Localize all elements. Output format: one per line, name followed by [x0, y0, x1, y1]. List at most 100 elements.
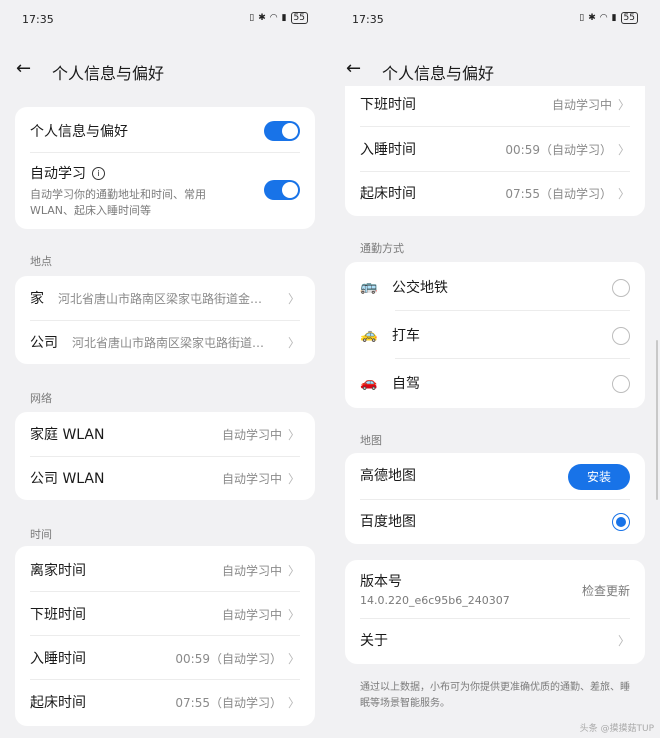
commute-bus-radio[interactable]	[612, 279, 630, 297]
battery-icon: 55	[290, 12, 308, 24]
auto-learn-row: 自动学习 i	[30, 161, 300, 185]
preference-card: 个人信息与偏好 自动学习 i 自动学习你的通勤地址和时间、常用WLAN、起床入睡…	[15, 107, 315, 229]
divider	[395, 310, 630, 311]
location-home-value: 河北省唐山市路南区梁家屯路街道金…	[58, 291, 263, 306]
commute-row-bus[interactable]: 🚌 公交地铁	[360, 275, 630, 299]
commute-bus-label: 公交地铁	[392, 280, 448, 296]
location-row-home[interactable]: 家 河北省唐山市路南区梁家屯路街道金… 〉	[30, 286, 300, 310]
section-network: 网络	[30, 392, 52, 405]
scrollbar[interactable]	[656, 340, 658, 500]
watermark: 头条 @摸摸菇TUP	[579, 724, 654, 734]
footer-note: 通过以上数据，小布可为你提供更准确优质的通勤、差旅、睡眠等场景智能服务。	[360, 682, 630, 709]
chevron-right-icon: 〉	[287, 607, 300, 622]
car-icon: 🚗	[360, 375, 378, 391]
time-wake-value: 07:55（自动学习）	[505, 186, 612, 201]
info-icon[interactable]: i	[92, 166, 105, 180]
chevron-right-icon: 〉	[287, 291, 300, 306]
chevron-right-icon: 〉	[617, 186, 630, 201]
divider	[30, 320, 300, 321]
time-wake-label: 起床时间	[30, 695, 86, 711]
divider	[30, 152, 300, 153]
time-row-offwork[interactable]: 下班时间 自动学习中 〉	[30, 602, 300, 626]
title-bar: ← 个人信息与偏好	[346, 52, 644, 88]
network-home-value: 自动学习中	[221, 427, 282, 442]
status-time: 17:35	[22, 13, 54, 26]
signal-icon: ▮	[611, 13, 617, 23]
map-baidu-radio[interactable]	[612, 513, 630, 531]
network-row-home[interactable]: 家庭 WLAN 自动学习中 〉	[30, 422, 300, 446]
location-company-label: 公司	[30, 335, 58, 351]
chevron-right-icon: 〉	[617, 633, 630, 648]
section-commute: 通勤方式	[360, 242, 404, 255]
network-company-value: 自动学习中	[221, 471, 282, 486]
bus-icon: 🚌	[360, 279, 378, 295]
time-offwork-label: 下班时间	[30, 607, 86, 623]
battery-icon: 55	[620, 12, 638, 24]
chevron-right-icon: 〉	[287, 651, 300, 666]
status-icons: ▯ ✱ ◠ ▮ 55	[249, 12, 308, 24]
wifi-icon: ◠	[269, 13, 278, 23]
chevron-right-icon: 〉	[287, 563, 300, 578]
section-map: 地图	[360, 434, 382, 447]
divider	[395, 358, 630, 359]
wifi-icon: ◠	[599, 13, 608, 23]
location-company-value: 河北省唐山市路南区梁家屯路街道…	[72, 335, 265, 350]
divider	[360, 126, 630, 127]
back-arrow-icon[interactable]: ←	[346, 58, 361, 79]
time-wake-label: 起床时间	[360, 186, 416, 202]
time-offwork-value: 自动学习中	[551, 97, 612, 112]
time-row-sleep[interactable]: 入睡时间 00:59（自动学习） 〉	[360, 137, 630, 161]
map-row-baidu[interactable]: 百度地图	[360, 509, 630, 533]
time-row-wake[interactable]: 起床时间 07:55（自动学习） 〉	[30, 690, 300, 714]
map-card: 高德地图 安装 百度地图	[345, 453, 645, 544]
time-sleep-value: 00:59（自动学习）	[175, 651, 282, 666]
signal-icon: ▮	[281, 13, 287, 23]
divider	[30, 456, 300, 457]
time-card: 离家时间 自动学习中 〉 下班时间 自动学习中 〉 入睡时间 00:59（自动学…	[15, 546, 315, 726]
divider	[30, 591, 300, 592]
time-offwork-value: 自动学习中	[221, 607, 282, 622]
time-row-wake[interactable]: 起床时间 07:55（自动学习） 〉	[360, 181, 630, 205]
about-card: 版本号 14.0.220_e6c95b6_240307 检查更新 关于 〉	[345, 560, 645, 664]
back-arrow-icon[interactable]: ←	[16, 58, 31, 79]
divider	[360, 618, 630, 619]
commute-row-taxi[interactable]: 🚕 打车	[360, 323, 630, 347]
chevron-right-icon: 〉	[617, 142, 630, 157]
chevron-right-icon: 〉	[287, 695, 300, 710]
time-row-offwork[interactable]: 下班时间 自动学习中 〉	[360, 92, 630, 116]
network-company-label: 公司 WLAN	[30, 471, 105, 487]
status-icons: ▯ ✱ ◠ ▮ 55	[579, 12, 638, 24]
main-toggle-label: 个人信息与偏好	[30, 124, 128, 140]
about-row[interactable]: 关于 〉	[360, 628, 630, 652]
commute-taxi-radio[interactable]	[612, 327, 630, 345]
auto-learn-toggle[interactable]	[264, 180, 300, 200]
network-row-company[interactable]: 公司 WLAN 自动学习中 〉	[30, 466, 300, 490]
install-button[interactable]: 安装	[568, 464, 630, 490]
time-row-leave[interactable]: 离家时间 自动学习中 〉	[30, 558, 300, 582]
time-sleep-label: 入睡时间	[30, 651, 86, 667]
vibrate-icon: ▯	[249, 13, 255, 23]
time-card: 下班时间 自动学习中 〉 入睡时间 00:59（自动学习） 〉 起床时间 07:…	[345, 86, 645, 216]
time-row-sleep[interactable]: 入睡时间 00:59（自动学习） 〉	[30, 646, 300, 670]
about-label: 关于	[360, 633, 388, 649]
time-offwork-label: 下班时间	[360, 97, 416, 113]
page-title: 个人信息与偏好	[382, 64, 495, 83]
commute-row-car[interactable]: 🚗 自驾	[360, 371, 630, 395]
auto-learn-description: 自动学习你的通勤地址和时间、常用WLAN、起床入睡时间等	[30, 188, 206, 217]
status-bar: 17:35 ▯ ✱ ◠ ▮ 55	[352, 12, 638, 28]
location-home-label: 家	[30, 291, 44, 307]
check-update-button[interactable]: 检查更新	[582, 582, 630, 599]
time-wake-value: 07:55（自动学习）	[175, 695, 282, 710]
page-title: 个人信息与偏好	[52, 64, 165, 83]
map-baidu-label: 百度地图	[360, 514, 416, 530]
commute-car-radio[interactable]	[612, 375, 630, 393]
version-label: 版本号	[360, 574, 402, 590]
location-row-company[interactable]: 公司 河北省唐山市路南区梁家屯路街道… 〉	[30, 330, 300, 354]
auto-learn-label: 自动学习	[30, 166, 86, 182]
right-screen: 17:35 ▯ ✱ ◠ ▮ 55 ← 个人信息与偏好 下班时间 自动学习中 〉 …	[330, 0, 660, 738]
time-sleep-label: 入睡时间	[360, 142, 416, 158]
main-toggle-row[interactable]: 个人信息与偏好	[30, 119, 300, 143]
bluetooth-icon: ✱	[588, 13, 596, 23]
divider	[360, 171, 630, 172]
main-toggle-switch[interactable]	[264, 121, 300, 141]
